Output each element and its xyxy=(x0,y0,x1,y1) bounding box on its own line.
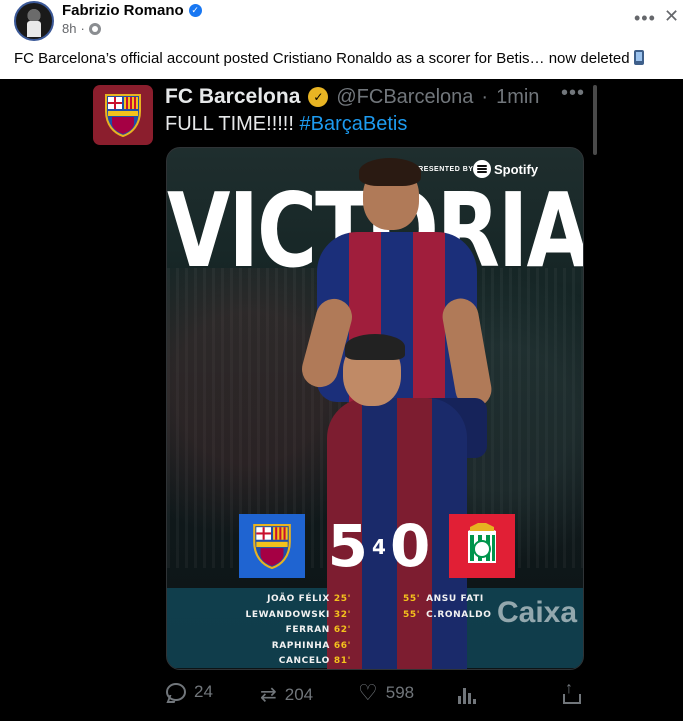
share-icon xyxy=(563,680,581,704)
caption-text: FC Barcelona’s official account posted C… xyxy=(14,50,630,67)
tweet-action-bar: 24 ⇄ 204 ♡ 598 xyxy=(0,680,683,712)
author-avatar[interactable] xyxy=(14,1,54,41)
fcb-crest-avatar xyxy=(93,85,153,145)
barcelona-crest-icon xyxy=(253,524,291,569)
scorer-name: ANSU FATI xyxy=(426,594,484,604)
scoreboard: 5 40 xyxy=(239,514,515,580)
views-button[interactable] xyxy=(458,686,476,704)
scorer-name: FERRAN xyxy=(285,625,330,635)
home-score: 5 xyxy=(327,512,369,580)
scorer-row: CANCELO 81' xyxy=(187,654,351,669)
post-meta: 8h · xyxy=(62,21,101,36)
scorer-row: JOÃO FÉLIX 25' xyxy=(187,592,351,608)
author-name[interactable]: Fabrizio Romano xyxy=(62,2,184,19)
scorer-minute: 25' xyxy=(333,594,351,604)
post-caption: FC Barcelona’s official account posted C… xyxy=(14,50,644,67)
away-scorers-list: 55' ANSU FATI 55' C.RONALDO xyxy=(403,592,563,623)
player-top-hair xyxy=(359,158,421,186)
tweet-author-name[interactable]: FC Barcelona xyxy=(165,85,300,109)
post-header: Fabrizio Romano ✓ 8h · ••• ✕ xyxy=(0,0,683,42)
betis-crest-icon xyxy=(468,523,496,563)
scorer-name: LEWANDOWSKI xyxy=(245,609,330,620)
scorer-row: FERRAN 62' xyxy=(187,623,351,639)
player-bottom-hair xyxy=(345,334,405,360)
share-button[interactable] xyxy=(563,680,581,704)
globe-icon xyxy=(88,22,101,35)
reply-count: 24 xyxy=(194,682,213,701)
tweet-text: FULL TIME!!!!! #BarçaBetis xyxy=(165,113,407,136)
tweet-image[interactable]: FC Barcelona ✓ @FCBarcelona · 1min ••• FUL… xyxy=(0,79,683,721)
tweet-text-plain: FULL TIME!!!!! xyxy=(165,113,300,135)
home-scorers-list: JOÃO FÉLIX 25' LEWANDOWSKI 32' FERRAN 62' R… xyxy=(187,592,351,669)
scorer-name: RAPHINHA xyxy=(271,640,330,651)
gold-verified-icon: ✓ xyxy=(308,87,329,107)
score-separator: 4 xyxy=(372,535,386,559)
scorer-name: C.RONALDO xyxy=(426,609,492,620)
author-row: Fabrizio Romano ✓ xyxy=(62,2,202,19)
like-count: 598 xyxy=(385,683,415,702)
tweet-author-row: FC Barcelona ✓ @FCBarcelona · 1min xyxy=(165,85,539,109)
scorer-row: LEWANDOWSKI 32' xyxy=(187,608,351,624)
fcb-crest-icon xyxy=(105,94,141,137)
like-button[interactable]: ♡ 598 xyxy=(358,682,414,704)
final-score: 5 40 xyxy=(311,514,447,579)
scrollbar[interactable] xyxy=(593,85,597,155)
meta-dot: · xyxy=(80,21,85,36)
close-icon[interactable]: ✕ xyxy=(664,6,679,27)
retweet-icon: ⇄ xyxy=(260,684,277,706)
away-score: 0 xyxy=(389,512,431,580)
scorer-minute: 81' xyxy=(333,656,351,666)
reply-button[interactable]: 24 xyxy=(166,682,213,702)
scorer-minute: 55' xyxy=(403,609,421,620)
scorer-minute: 32' xyxy=(333,609,351,620)
scorer-row: 55' ANSU FATI xyxy=(403,592,563,608)
match-result-graphic[interactable]: Caixa PRESENTED BY Spotify VICTORIA xyxy=(166,147,584,670)
scorer-row: 55' C.RONALDO xyxy=(403,608,563,624)
tweet-more-icon[interactable]: ••• xyxy=(561,82,585,105)
scorer-row: RAPHINHA 66' xyxy=(187,639,351,655)
tweet-hashtag[interactable]: #BarçaBetis xyxy=(299,113,407,135)
heart-icon: ♡ xyxy=(358,680,378,705)
scorer-minute: 62' xyxy=(333,625,351,635)
scorer-minute: 66' xyxy=(333,640,351,651)
tweet-handle[interactable]: @FCBarcelona xyxy=(336,86,473,109)
scorer-name: JOÃO FÉLIX xyxy=(267,594,330,604)
reply-icon xyxy=(166,683,186,701)
mobile-phone-icon xyxy=(633,50,644,65)
scorer-minute: 55' xyxy=(403,594,421,604)
more-horizontal-icon[interactable]: ••• xyxy=(634,8,656,29)
away-crest-betis xyxy=(449,514,515,578)
home-crest-barcelona xyxy=(239,514,305,578)
scorer-name: CANCELO xyxy=(278,656,330,666)
verified-badge-icon: ✓ xyxy=(188,4,202,17)
post-time[interactable]: 8h xyxy=(62,21,76,36)
retweet-count: 204 xyxy=(284,684,314,704)
views-chart-icon xyxy=(458,686,476,704)
retweet-button[interactable]: ⇄ 204 xyxy=(260,682,313,707)
tweet-time[interactable]: 1min xyxy=(496,86,539,109)
tweet-dot: · xyxy=(481,85,489,108)
